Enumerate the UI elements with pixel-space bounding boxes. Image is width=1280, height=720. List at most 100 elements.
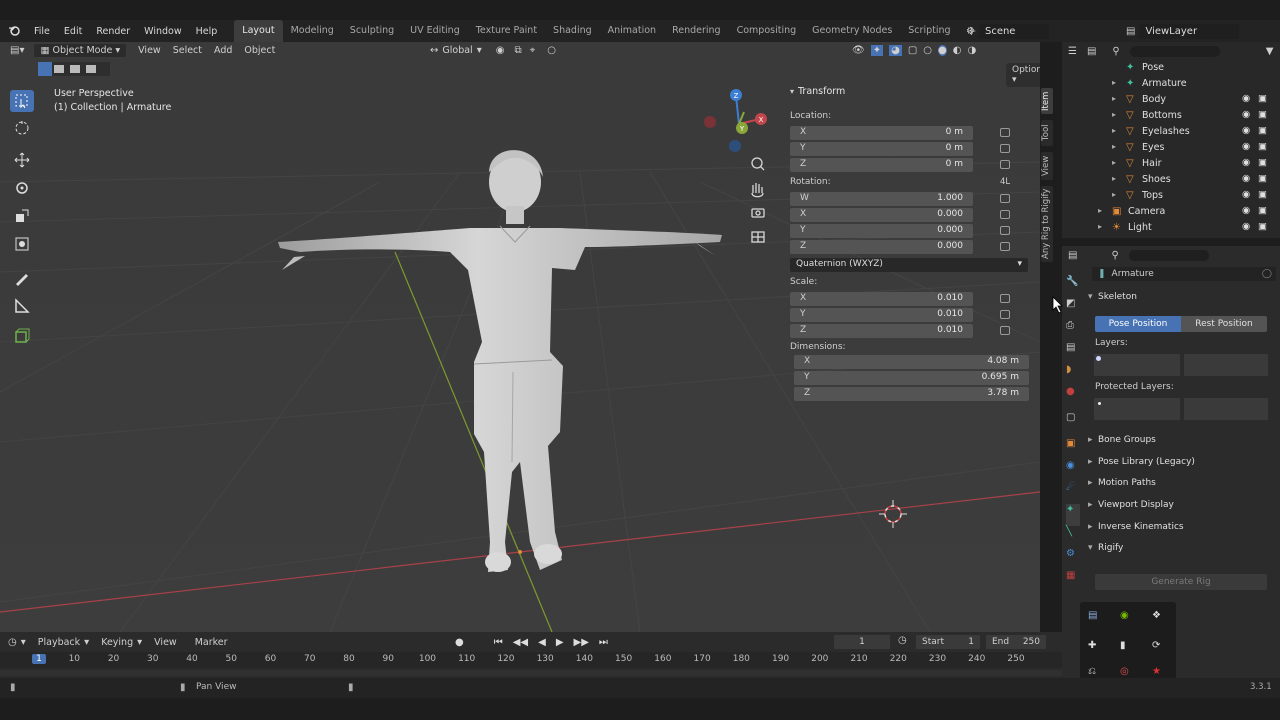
expand-arrow-icon[interactable]: ▸ [1112, 190, 1116, 199]
tray-app-red-icon[interactable]: ★ [1152, 666, 1161, 677]
start-frame-field[interactable]: Start 1 [916, 635, 980, 649]
microphone-icon[interactable]: ▮ [1120, 640, 1126, 651]
measure-tool-icon[interactable] [14, 298, 30, 317]
scale-x-field[interactable]: X 0.010 [790, 292, 973, 306]
expand-arrow-icon[interactable]: ▸ [1112, 78, 1116, 87]
rotation-z-field[interactable]: Z 0.000 [790, 240, 973, 254]
generate-rig-button[interactable]: Generate Rig [1095, 574, 1267, 590]
sidebar-tab-any-rig-to-rigify[interactable]: Any Rig to Rigify [1041, 186, 1053, 262]
world-props-icon[interactable]: ● [1066, 386, 1080, 412]
location-y-field[interactable]: Y 0 m [790, 142, 973, 156]
snap-icon[interactable]: ⧉ [514, 45, 521, 56]
lock-icon[interactable] [1000, 194, 1010, 203]
menu-render[interactable]: Render [89, 26, 137, 37]
scale-tool-icon[interactable] [14, 208, 30, 227]
protected-layers-grid-right[interactable] [1184, 398, 1268, 420]
tab-sculpting[interactable]: Sculpting [342, 20, 402, 42]
menu-playback[interactable]: Playback [38, 637, 80, 648]
frame-ruler[interactable]: 1 10 20 30 40 50 60 70 80 90 100 110 120 130 140 150 160… [0, 652, 1062, 668]
outliner-item-eyelashes[interactable]: ▸ ▽ Eyelashes ◉ ▣ [1062, 124, 1280, 140]
visibility-eye-icon[interactable]: ◉ [1242, 221, 1250, 232]
tab-layout[interactable]: Layout [234, 20, 283, 42]
pose-library-panel-header[interactable]: ▸ Pose Library (Legacy) [1088, 457, 1272, 477]
wifi-icon[interactable]: ❖ [1152, 610, 1161, 621]
select-subtract-icon[interactable] [70, 65, 80, 73]
sidebar-tab-item[interactable]: Item [1041, 88, 1053, 114]
expand-arrow-icon[interactable]: ▸ [1112, 126, 1116, 135]
visibility-eye-icon[interactable]: ◉ [1242, 141, 1250, 152]
object-props-icon[interactable]: ▣ [1066, 438, 1080, 460]
rigify-panel-header[interactable]: ▾ Rigify [1088, 543, 1272, 563]
viewport-display-panel-header[interactable]: ▸ Viewport Display [1088, 500, 1272, 520]
visibility-eye-icon[interactable]: ◉ [1242, 157, 1250, 168]
expand-arrow-icon[interactable]: ▸ [1112, 110, 1116, 119]
proportional-edit-icon[interactable]: ○ [547, 45, 556, 56]
visibility-eye-icon[interactable]: ◉ [1242, 205, 1250, 216]
outliner-editor-icon[interactable]: ☰ [1068, 46, 1077, 57]
tab-scripting[interactable]: Scripting [900, 20, 958, 42]
timeline-editor-icon[interactable]: ◷ [8, 637, 17, 648]
expand-arrow-icon[interactable]: ▸ [1112, 94, 1116, 103]
fake-user-shield-icon[interactable]: ◯ [1262, 269, 1272, 279]
outliner-item-camera[interactable]: ▸ ▣ Camera ◉ ▣ [1062, 204, 1280, 220]
bone-layers-grid-right[interactable] [1184, 354, 1268, 376]
render-camera-icon[interactable]: ▣ [1258, 173, 1267, 184]
visibility-eye-icon[interactable]: ◉ [1242, 173, 1250, 184]
lock-icon[interactable] [1000, 210, 1010, 219]
lock-icon[interactable] [1000, 144, 1010, 153]
properties-search-input[interactable] [1128, 250, 1209, 261]
outliner-item-light[interactable]: ▸ ☀ Light ◉ ▣ [1062, 220, 1280, 236]
sidebar-tab-view[interactable]: View [1041, 152, 1053, 180]
tool-props-icon[interactable]: 🔧 [1066, 276, 1080, 298]
transform-tool-icon[interactable] [14, 236, 30, 255]
rotation-mode-dropdown[interactable]: Quaternion (WXYZ) ▾ [790, 258, 1028, 272]
mode-selector[interactable]: ▦ Object Mode ▾ [34, 43, 127, 57]
object-data-name-field[interactable]: ❚ Armature ◯ [1092, 267, 1276, 281]
tray-device-icon[interactable]: ⎌ [1088, 666, 1096, 677]
visibility-eye-icon[interactable]: ◉ [1242, 93, 1250, 104]
dimension-y-field[interactable]: Y 0.695 m [794, 371, 1029, 385]
next-keyframe-icon[interactable]: ▶▶ [574, 637, 589, 648]
jump-start-icon[interactable]: ⏮ [494, 637, 503, 648]
view-layer-selector[interactable]: ▤ ViewLayer [1126, 20, 1240, 42]
lock-icon[interactable] [1000, 160, 1010, 169]
end-frame-field[interactable]: End 250 [986, 635, 1046, 649]
scene-selector[interactable]: ⚙ Scene [966, 20, 1049, 42]
scene-props-icon[interactable]: ◗ [1066, 364, 1080, 386]
bone-constraint-props-icon[interactable]: ⚙ [1066, 548, 1080, 570]
texture-props-icon[interactable]: ▦ [1066, 570, 1080, 592]
select-box-tool-icon[interactable] [10, 90, 34, 112]
tab-animation[interactable]: Animation [600, 20, 664, 42]
bone-props-icon[interactable]: ╲ [1066, 526, 1080, 548]
dimension-z-field[interactable]: Z 3.78 m [794, 387, 1029, 401]
menu-object[interactable]: Object [238, 45, 281, 56]
view-layer-props-icon[interactable]: ▤ [1066, 342, 1080, 364]
expand-arrow-icon[interactable]: ▸ [1098, 206, 1102, 215]
constraint-props-icon[interactable]: ☄ [1066, 482, 1080, 504]
skeleton-panel-header[interactable]: ▾ Skeleton [1088, 292, 1272, 312]
lock-icon[interactable] [1000, 128, 1010, 137]
preview-range-clock-icon[interactable]: ◷ [898, 635, 907, 646]
outliner-search-input[interactable] [1129, 45, 1220, 57]
tab-modeling[interactable]: Modeling [283, 20, 342, 42]
rotation-w-field[interactable]: W 1.000 [790, 192, 973, 206]
search-icon[interactable]: ⚲ [1112, 46, 1119, 57]
menu-view[interactable]: View [132, 45, 167, 56]
outliner-item-bottoms[interactable]: ▸ ▽ Bottoms ◉ ▣ [1062, 108, 1280, 124]
motion-paths-panel-header[interactable]: ▸ Motion Paths [1088, 478, 1272, 498]
armature-data-props-icon[interactable]: ✦ [1066, 504, 1080, 526]
render-camera-icon[interactable]: ▣ [1258, 125, 1267, 136]
tray-red-circle-icon[interactable]: ◎ [1120, 666, 1129, 677]
render-camera-icon[interactable]: ▣ [1258, 93, 1267, 104]
menu-help[interactable]: Help [189, 26, 225, 37]
menu-file[interactable]: File [27, 26, 57, 37]
rotation-lock-4l-toggle[interactable]: 4L [1000, 177, 1010, 187]
jump-end-icon[interactable]: ⏭ [599, 637, 608, 648]
snap-target-icon[interactable]: ⌖ [530, 45, 536, 56]
outliner-item-armature[interactable]: ▸ ✦ Armature [1062, 76, 1280, 92]
filter-icon[interactable]: ▼ [1266, 46, 1274, 57]
play-icon[interactable]: ▶ [556, 637, 564, 648]
render-camera-icon[interactable]: ▣ [1258, 189, 1267, 200]
render-camera-icon[interactable]: ▣ [1258, 205, 1267, 216]
current-frame-field[interactable]: 1 [834, 635, 890, 649]
